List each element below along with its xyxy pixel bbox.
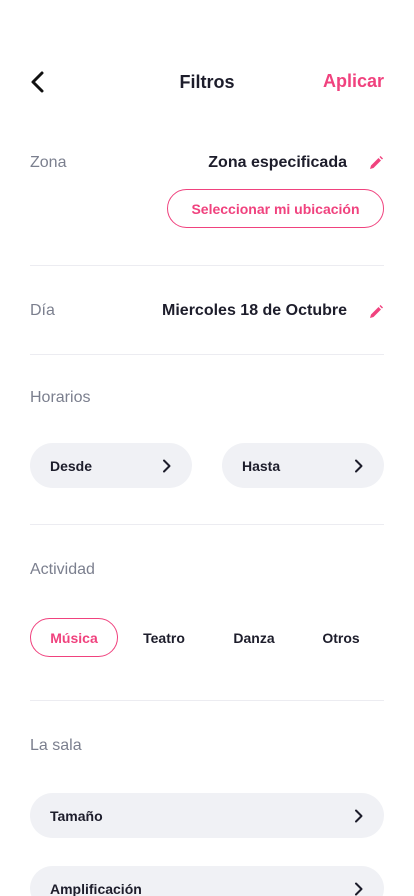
tamano-selector[interactable]: Tamaño <box>30 793 384 838</box>
chevron-right-icon <box>355 459 363 472</box>
pencil-icon <box>370 156 383 169</box>
header: Filtros Aplicar <box>0 60 414 104</box>
divider <box>30 700 384 701</box>
actividad-label: Actividad <box>30 561 95 578</box>
hasta-label: Hasta <box>242 457 281 474</box>
edit-zona-button[interactable] <box>368 155 384 171</box>
sala-label: La sala <box>30 737 82 754</box>
activity-option-musica[interactable]: Música <box>30 618 118 657</box>
activity-option-otros[interactable]: Otros <box>314 618 368 657</box>
zona-value: Zona especificada <box>208 154 347 171</box>
activity-option-danza[interactable]: Danza <box>224 618 284 657</box>
apply-button[interactable]: Aplicar <box>323 71 384 92</box>
edit-dia-button[interactable] <box>368 304 384 320</box>
pencil-icon <box>370 305 383 318</box>
divider <box>30 265 384 266</box>
horarios-label: Horarios <box>30 389 91 406</box>
select-location-button[interactable]: Seleccionar mi ubicación <box>167 189 384 228</box>
chevron-right-icon <box>163 459 171 472</box>
activity-option-teatro[interactable]: Teatro <box>134 618 194 657</box>
hasta-selector[interactable]: Hasta <box>222 443 384 488</box>
dia-label: Día <box>30 302 55 319</box>
amplificacion-selector[interactable]: Amplificación <box>30 866 384 896</box>
divider <box>30 524 384 525</box>
dia-value: Miercoles 18 de Octubre <box>162 302 347 319</box>
zona-label: Zona <box>30 154 67 171</box>
chevron-right-icon <box>355 809 363 822</box>
divider <box>30 354 384 355</box>
tamano-label: Tamaño <box>50 807 103 824</box>
desde-label: Desde <box>50 457 93 474</box>
amplificacion-label: Amplificación <box>50 880 142 896</box>
chevron-right-icon <box>355 882 363 895</box>
desde-selector[interactable]: Desde <box>30 443 192 488</box>
